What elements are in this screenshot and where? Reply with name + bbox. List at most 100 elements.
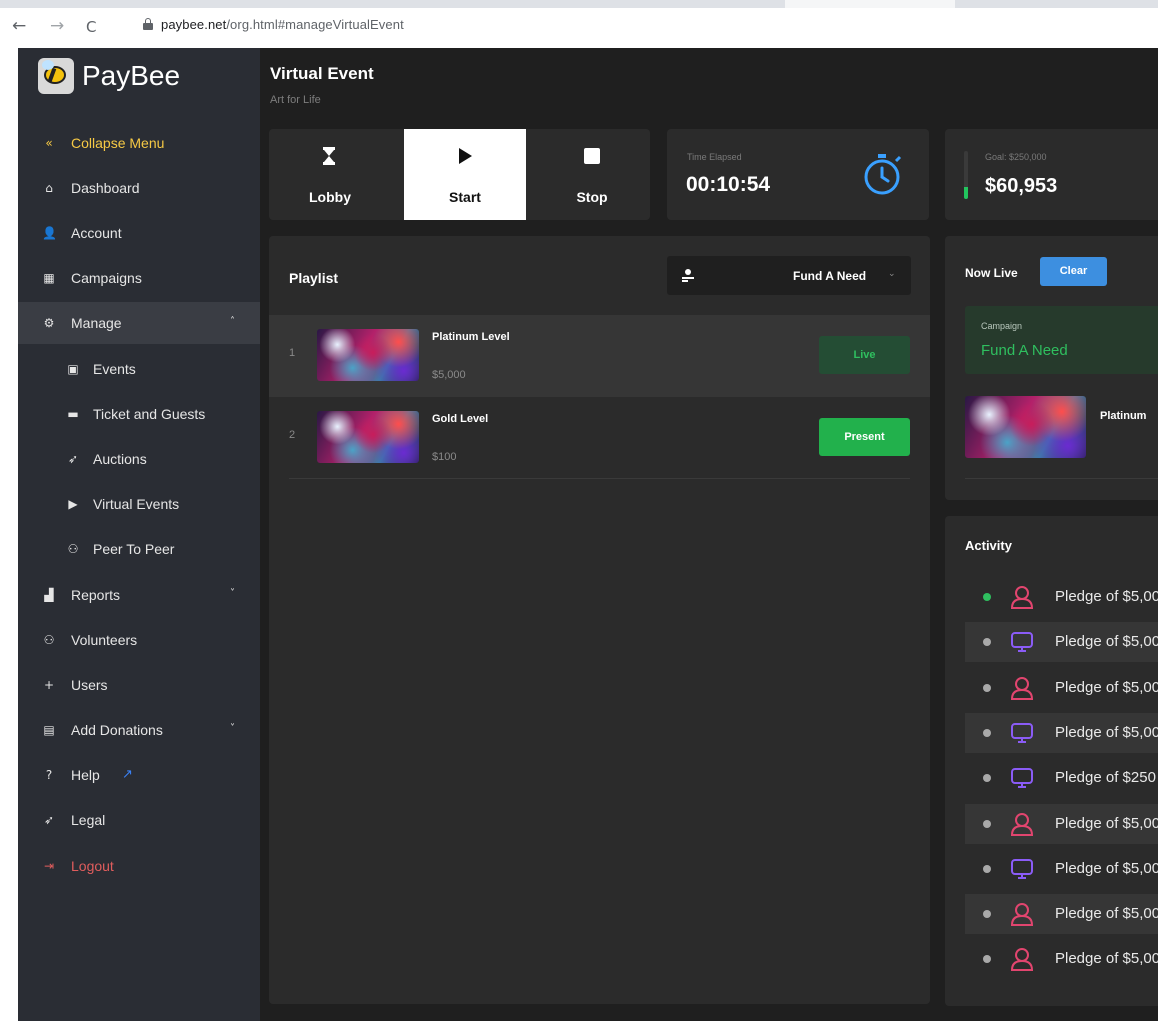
calendar-icon: ▣ [67, 362, 79, 376]
sidebar-item-events[interactable]: ▣ Events [18, 348, 260, 390]
activity-text: Pledge of $5,00 [1055, 588, 1158, 605]
activity-row: Pledge of $5,00 [965, 577, 1158, 617]
sidebar-item-users[interactable]: + Users [18, 664, 260, 706]
sidebar-item-collapse-menu[interactable]: « Collapse Menu [18, 122, 260, 164]
campaign-value: Fund A Need [981, 342, 1068, 359]
forward-arrow-icon[interactable]: → [50, 16, 64, 36]
stop-button[interactable]: Stop [531, 129, 650, 220]
page-title: Virtual Event [270, 64, 374, 83]
bee-logo-icon [38, 58, 74, 94]
sidebar-item-label: Campaigns [71, 270, 142, 286]
sidebar-item-label: Account [71, 225, 122, 241]
sidebar-item-label: Dashboard [71, 180, 140, 196]
user-icon [1009, 902, 1035, 926]
activity-title: Activity [965, 538, 1012, 553]
item-name: Gold Level [432, 413, 489, 425]
question-circle-icon: ? [45, 768, 53, 782]
start-label: Start [449, 189, 481, 205]
sidebar-item-label: Auctions [93, 451, 147, 467]
activity-text: Pledge of $5,00 [1055, 860, 1158, 877]
activity-row: Pledge of $5,00 [965, 894, 1158, 934]
event-controls: Lobby Start Stop [269, 129, 650, 220]
activity-row: Pledge of $5,00 [965, 622, 1158, 662]
status-dot [983, 865, 991, 873]
activity-text: Pledge of $5,00 [1055, 724, 1158, 741]
sidebar-item-label: Logout [71, 858, 114, 874]
present-button[interactable]: Present [819, 418, 910, 456]
clear-button[interactable]: Clear [1040, 257, 1107, 286]
sidebar-item-campaigns[interactable]: ▦ Campaigns [18, 257, 260, 299]
sidebar-item-label: Help [71, 767, 100, 783]
lobby-button[interactable]: Lobby [269, 129, 391, 220]
users-icon: ⚇ [43, 633, 55, 647]
time-elapsed-value: 00:10:54 [686, 173, 771, 196]
sidebar-item-help[interactable]: ? Help ↗ [18, 754, 260, 796]
status-dot [983, 729, 991, 737]
reload-icon[interactable]: C [86, 17, 96, 37]
sidebar-item-add-donations[interactable]: ▤ Add Donations ˅ [18, 709, 260, 751]
sidebar-item-volunteers[interactable]: ⚇ Volunteers [18, 619, 260, 661]
playlist-row[interactable]: 2 Gold Level $100 Present [269, 397, 930, 479]
raised-amount: $60,953 [985, 175, 1058, 197]
sidebar-item-ticket-and-guests[interactable]: ▬ Ticket and Guests [18, 393, 260, 435]
sidebar-item-peer-to-peer[interactable]: ⚇ Peer To Peer [18, 528, 260, 570]
video-icon: ▶ [68, 497, 78, 511]
goal-card: Goal: $250,000 $60,953 [945, 129, 1158, 220]
sidebar-item-auctions[interactable]: ➶ Auctions [18, 438, 260, 480]
stop-icon [584, 148, 600, 164]
live-button[interactable]: Live [819, 336, 910, 374]
monitor-icon [1009, 630, 1035, 654]
gavel-icon: ➶ [43, 813, 55, 827]
chevron-down-icon: ˅ [230, 723, 235, 734]
home-icon: ⌂ [45, 181, 53, 195]
stopwatch-icon [864, 154, 902, 195]
url-path: /org.html#manageVirtualEvent [226, 17, 404, 32]
activity-row: Pledge of $5,00 [965, 713, 1158, 753]
chart-area-icon: ▟ [44, 588, 54, 602]
item-thumbnail [317, 411, 419, 463]
sidebar-item-label: Legal [71, 812, 106, 828]
sidebar-item-label: Reports [71, 587, 121, 603]
monitor-icon [1009, 766, 1035, 790]
inbox-icon: ▤ [43, 723, 55, 737]
sidebar-item-label: Peer To Peer [93, 541, 175, 557]
now-live-item-name: Platinum [1100, 410, 1147, 422]
logo[interactable]: PayBee [38, 55, 206, 101]
active-tab[interactable] [785, 0, 955, 8]
sidebar-item-legal[interactable]: ➶ Legal [18, 799, 260, 841]
sidebar-item-label: Ticket and Guests [93, 406, 206, 422]
now-live-item-thumbnail [965, 396, 1086, 458]
url-host: paybee.net [161, 17, 227, 32]
address-bar[interactable]: paybee.net/org.html#manageVirtualEvent [161, 17, 404, 32]
campaign-select[interactable]: Fund A Need ⌄ [667, 256, 911, 295]
users-icon: ⚇ [67, 542, 79, 556]
activity-text: Pledge of $5,00 [1055, 950, 1158, 967]
status-dot [983, 593, 991, 601]
activity-text: Pledge of $5,00 [1055, 633, 1158, 650]
ticket-icon: ▬ [67, 407, 79, 421]
back-arrow-icon[interactable]: ← [12, 16, 26, 36]
activity-text: Pledge of $5,00 [1055, 815, 1158, 832]
sidebar-item-dashboard[interactable]: ⌂ Dashboard [18, 167, 260, 209]
campaign-label: Campaign [981, 321, 1023, 331]
sidebar-item-logout[interactable]: ⇥ Logout [18, 845, 260, 887]
play-icon [459, 148, 472, 164]
activity-row: Pledge of $250 [965, 758, 1158, 798]
sidebar-item-label: Virtual Events [93, 496, 180, 512]
activity-row: Pledge of $5,00 [965, 849, 1158, 889]
sidebar-item-virtual-events[interactable]: ▶ Virtual Events [18, 483, 260, 525]
item-price: $5,000 [432, 369, 466, 381]
start-button[interactable]: Start [404, 129, 526, 220]
playlist-title: Playlist [289, 270, 339, 286]
sidebar-item-reports[interactable]: ▟ Reports ˅ [18, 574, 260, 616]
playlist-row[interactable]: 1 Platinum Level $5,000 Live [269, 315, 930, 397]
sidebar-item-label: Manage [71, 315, 122, 331]
sidebar-item-manage[interactable]: ⚙ Manage ˄ [18, 302, 260, 344]
browser-toolbar: ← → C paybee.net/org.html#manageVirtualE… [0, 0, 1158, 48]
sidebar-item-account[interactable]: 👤 Account [18, 212, 260, 254]
divider [289, 478, 910, 479]
now-live-campaign-card: Campaign Fund A Need [965, 306, 1158, 374]
monitor-icon [1009, 857, 1035, 881]
playlist-row-index: 1 [289, 347, 296, 359]
sidebar-item-label: Add Donations [71, 722, 163, 738]
